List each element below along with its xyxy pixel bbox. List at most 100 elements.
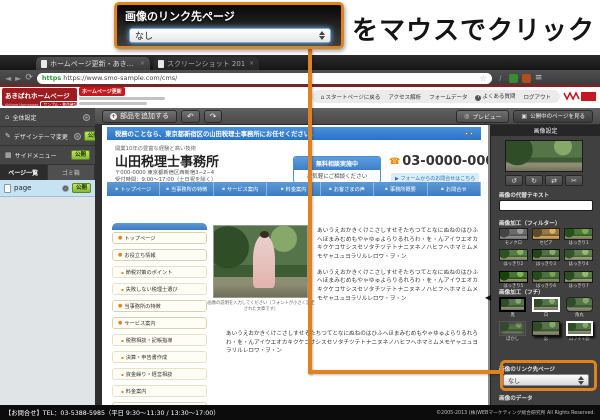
reload-icon[interactable]: ⟳ <box>25 73 33 83</box>
filter-option[interactable]: モノクロ <box>499 228 528 246</box>
browser-menu-icon[interactable]: ≡ <box>535 73 543 83</box>
filter-option[interactable]: はっきり2 <box>499 249 528 267</box>
site-nav-item[interactable]: ▪当事務所の特徴 <box>160 182 213 196</box>
view-live-page-button[interactable]: ▣ 公開中のページを見る <box>513 110 593 123</box>
crop-button[interactable]: ✂ <box>565 175 583 186</box>
close-tab-icon[interactable]: × <box>140 60 145 67</box>
site-menu-subitem[interactable]: ▪決算・申告書作成 <box>112 351 207 363</box>
sidebar-item-side-menu[interactable]: ▦ サイドメニュー 公開 <box>0 146 95 165</box>
site-nav-item[interactable]: ▪お客さまの声 <box>321 182 374 196</box>
bullet-icon: ▪ <box>121 270 124 275</box>
rotate-right-button[interactable]: ↻ <box>525 175 543 186</box>
sidebar-item-global-settings[interactable]: ⌂ 全体設定 <box>0 108 95 127</box>
site-menu-subitem[interactable]: ▪失敗しない税理士選び <box>112 283 207 295</box>
phone-number: ☎ 03-0000-0000 <box>389 154 490 169</box>
extension-icon[interactable] <box>522 74 531 83</box>
publish-badge[interactable]: 公開 <box>71 150 90 160</box>
placeholder-paragraph[interactable]: あいうえおかきくけこさしすせそたちつてとなにぬねのはひふへほまみむめもやゃゆゅよ… <box>317 227 478 262</box>
page-list-item-selected[interactable]: page 公開 <box>0 180 95 197</box>
add-part-button[interactable]: + 部品を追加する <box>102 110 177 123</box>
publish-badge[interactable]: 公開 <box>72 183 91 193</box>
gear-icon[interactable] <box>83 114 90 121</box>
filter-option[interactable]: はっきり7 <box>564 271 593 289</box>
panel-collapse-icon[interactable]: ◀ <box>485 293 491 302</box>
frame-option[interactable]: 角丸 <box>566 297 593 318</box>
site-nav-item[interactable]: ▪サービス案内 <box>214 182 267 196</box>
site-nav-item[interactable]: ▪料金案内 <box>267 182 320 196</box>
filter-option[interactable]: セピア <box>532 228 561 246</box>
annotation-callout: 画像のリンク先ページ なし <box>114 2 344 49</box>
sidebar-item-label: サイドメニュー <box>15 151 57 160</box>
monitor-icon: ▣ <box>521 113 527 120</box>
placeholder-paragraph-full[interactable]: あいうえおかきくけこさしすせそたちつてとなにぬねのはひふへほまみむめもやゃゆゅよ… <box>226 330 478 356</box>
resize-handle[interactable] <box>470 132 473 135</box>
logo-subtitle: Akibare Homepage <box>5 103 38 106</box>
rotate-left-button[interactable]: ↺ <box>505 175 523 186</box>
content-photo[interactable] <box>213 225 308 298</box>
nav-form-data[interactable]: フォームデータ <box>429 93 467 101</box>
site-menu-subitem[interactable]: ▪料金案内 <box>112 385 207 397</box>
filter-option[interactable]: はっきり5 <box>499 271 528 289</box>
link-target-select[interactable]: なし <box>129 28 331 43</box>
undo-button[interactable]: ↶ <box>181 110 200 123</box>
filter-option[interactable]: はっきり1 <box>564 228 593 246</box>
editor-toolbar: + 部品を追加する ↶ ↷ ◎ プレビュー ▣ 公開中のページを見る <box>95 108 600 125</box>
page-icon <box>158 60 164 68</box>
close-tab-icon[interactable]: × <box>249 60 254 67</box>
site-menu-item[interactable]: ●サービス案内 <box>112 317 207 329</box>
frame-option[interactable]: 白フチ+影 <box>566 321 593 342</box>
blurred-text-line <box>79 102 147 105</box>
gear-icon[interactable] <box>62 185 69 192</box>
app-logo[interactable]: あきばれホームページ Akibare Homepage サンプル・動作確認用 <box>2 88 77 106</box>
site-menu-item[interactable]: ●トップページ <box>112 232 207 244</box>
alt-text-input[interactable] <box>499 200 593 211</box>
extension-icon[interactable]: / <box>496 74 505 83</box>
site-menu-item[interactable]: ●当事務所の特徴 <box>112 300 207 312</box>
gear-icon[interactable] <box>74 133 81 140</box>
image-data-label: 画像のデータ <box>499 394 533 402</box>
resize-handle[interactable] <box>465 132 468 135</box>
site-menu-subitem[interactable]: ▪税務相談・記帳指導 <box>112 334 207 346</box>
site-menu-subitem[interactable]: ▪資金繰り・経営相談 <box>112 368 207 380</box>
browser-tab[interactable]: スクリーンショット 201... × <box>153 57 259 70</box>
nav-faq[interactable]: ?よくある質問 <box>475 92 515 101</box>
tab-trash[interactable]: ゴミ箱 <box>48 165 96 180</box>
nav-start-page[interactable]: ⌂スタートページに戻る <box>321 93 381 101</box>
frame-option[interactable]: 白 <box>532 297 559 318</box>
frame-option[interactable]: 影 <box>532 321 559 342</box>
bullet-icon: ▪ <box>121 355 124 360</box>
flip-button[interactable]: ⇄ <box>545 175 563 186</box>
nav-logout[interactable]: ログアウト <box>523 93 551 101</box>
bookmark-star-icon[interactable]: ☆ <box>480 74 487 83</box>
site-menu-item[interactable]: ●お役立ち情報 <box>112 249 207 261</box>
site-notice-bar-selected[interactable]: 税務のことなら、東京都新宿区の山田税理士事務所にお任せください。 <box>107 127 481 140</box>
extension-icon[interactable] <box>509 74 518 83</box>
filter-option[interactable]: はっきり3 <box>532 249 561 267</box>
url-input[interactable]: https https://www.smo-sample.com/cms/ ☆ <box>37 73 492 84</box>
bullet-icon: ● <box>118 235 122 241</box>
sidebar-item-design-theme[interactable]: ✎ デザインテーマ変更 公開 <box>0 127 95 146</box>
home-icon: ⌂ <box>5 113 9 121</box>
site-nav-item[interactable]: ▪事務所概要 <box>374 182 427 196</box>
annotation-instruction: をマウスでクリック <box>352 10 595 47</box>
placeholder-paragraph[interactable]: あいうえおかきくけこさしすせそたちつてとなにぬねのはひふへほまみむめもやゃゆゅよ… <box>317 269 478 304</box>
editor-sidebar: ⌂ 全体設定 ✎ デザインテーマ変更 公開 ▦ サイドメニュー 公開 ページ一覧… <box>0 108 95 405</box>
site-nav-item[interactable]: ▪トップページ <box>107 182 160 196</box>
annotation-highlight-box <box>500 360 597 391</box>
filter-option[interactable]: はっきり4 <box>564 249 593 267</box>
browser-tab-active[interactable]: ホームページ更新・あき... × <box>36 57 150 70</box>
frame-option[interactable]: ぼかし <box>499 321 526 342</box>
nav-access-analytics[interactable]: アクセス解析 <box>388 93 421 101</box>
site-nav-item[interactable]: ▪お問合せ <box>428 182 481 196</box>
filter-option[interactable]: はっきり6 <box>532 271 561 289</box>
back-icon[interactable]: ◄ <box>5 74 11 83</box>
browser-tab-bar: ホームページ更新・あき... × スクリーンショット 201... × <box>0 55 600 70</box>
redo-button[interactable]: ↷ <box>204 110 223 123</box>
image-tools: ↺ ↻ ⇄ ✂ <box>505 175 583 186</box>
forward-icon[interactable]: ► <box>15 74 21 83</box>
frame-option[interactable]: 黒 <box>499 297 526 318</box>
url-text: https://www.smo-sample.com/cms/ <box>63 74 177 82</box>
tab-page-list[interactable]: ページ一覧 <box>0 165 48 180</box>
site-menu-subitem[interactable]: ▪節税対策のポイント <box>112 266 207 278</box>
preview-button[interactable]: ◎ プレビュー <box>456 110 509 123</box>
